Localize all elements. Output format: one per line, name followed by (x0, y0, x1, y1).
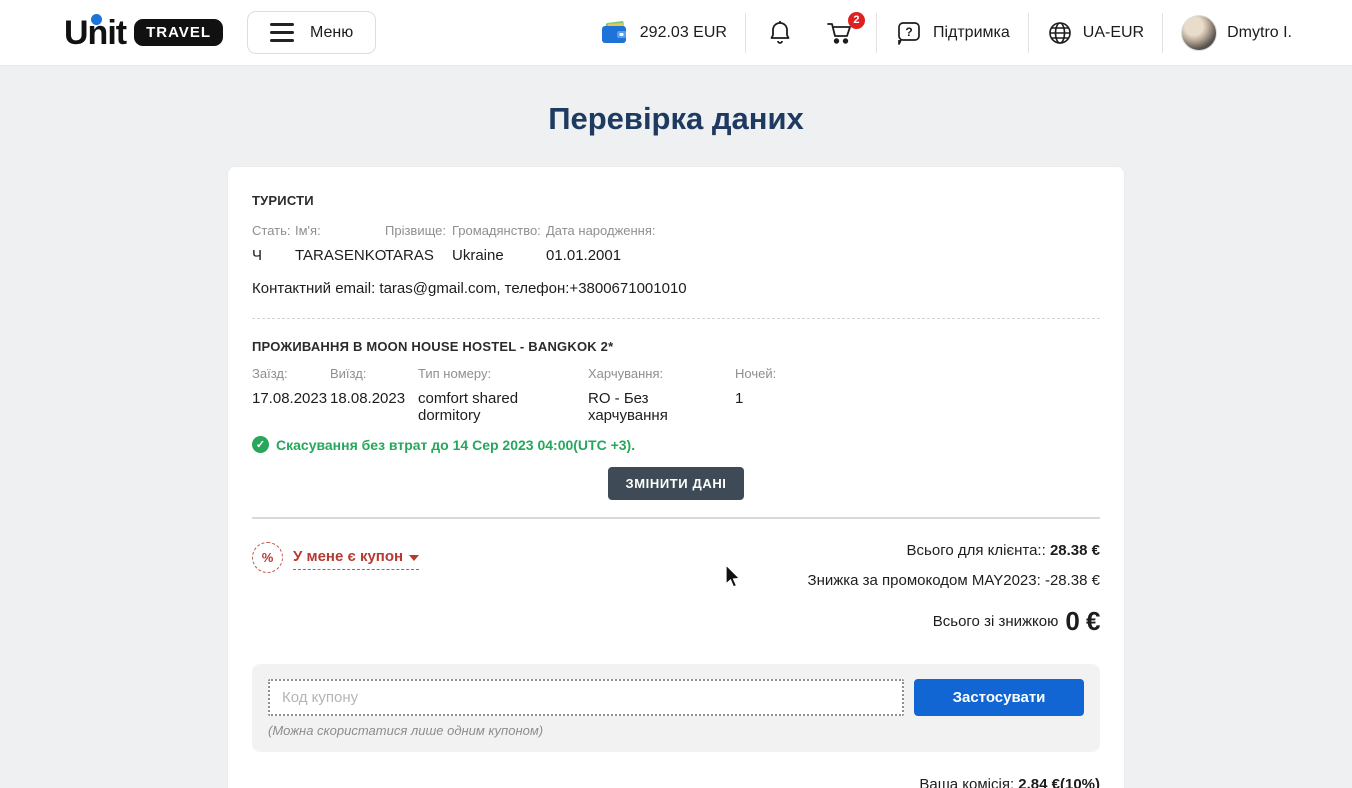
tourist-col-birthdate: Дата народження: (546, 223, 1100, 238)
support-label: Підтримка (933, 24, 1010, 42)
avatar (1181, 15, 1217, 51)
promo-discount-line: Знижка за промокодом MAY2023: -28.38 € (808, 572, 1100, 589)
balance-amount: 292.03 EUR (640, 24, 727, 42)
support-chat-icon: ? (895, 20, 923, 46)
tourist-firstname: TARASENKO (295, 247, 385, 264)
check-seal-icon: ✓ (252, 436, 269, 453)
top-navigation-bar: Unit TRAVEL Меню 292.03 EUR (0, 0, 1352, 66)
menu-button[interactable]: Меню (247, 11, 376, 54)
total-discounted-line: Всього зі знижкою 0 € (933, 606, 1100, 637)
change-data-button[interactable]: ЗМІНИТИ ДАНІ (608, 467, 743, 500)
tourists-table: Стать: Ім'я: Прізвище: Громадянство: Дат… (252, 223, 1100, 264)
total-discounted-value: 0 € (1065, 606, 1100, 637)
tourist-lastname: TARAS (385, 247, 452, 264)
bell-icon (768, 20, 792, 46)
divider (1162, 13, 1163, 53)
accomm-col-nights: Ночей: (735, 366, 1100, 381)
divider (1028, 13, 1029, 53)
totals-block: Всього для клієнта:: 28.38 € Знижка за п… (808, 542, 1100, 637)
divider (745, 13, 746, 53)
accomm-nights: 1 (735, 390, 1100, 424)
coupon-note: (Можна скористатися лише одним купоном) (268, 723, 1084, 738)
wallet-icon (600, 20, 630, 46)
tourist-contact-info: Контактний email: taras@gmail.com, телеф… (252, 280, 1100, 297)
accomm-roomtype: comfort shared dormitory (418, 390, 588, 424)
tourist-col-citizenship: Громадянство: (452, 223, 546, 238)
tourists-section-title: ТУРИСТИ (252, 193, 1100, 208)
svg-text:?: ? (905, 25, 912, 39)
accomm-col-checkin: Заїзд: (252, 366, 330, 381)
tourist-col-lastname: Прізвище: (385, 223, 452, 238)
cart-count-badge: 2 (848, 12, 865, 29)
tourist-col-firstname: Ім'я: (295, 223, 385, 238)
booking-review-card: ТУРИСТИ Стать: Ім'я: Прізвище: Громадянс… (227, 166, 1125, 788)
coupon-toggle[interactable]: % У мене є купон (252, 542, 419, 637)
accomm-checkin: 17.08.2023 (252, 390, 330, 424)
user-name: Dmytro I. (1227, 24, 1292, 42)
total-client-value: 28.38 € (1050, 542, 1100, 559)
commission-line: Ваша комісія: 2.84 €(10%) (919, 776, 1100, 788)
accomm-col-meals: Харчування: (588, 366, 735, 381)
wallet-balance[interactable]: 292.03 EUR (600, 20, 727, 46)
hamburger-icon (270, 23, 294, 42)
logo[interactable]: Unit TRAVEL (64, 16, 223, 50)
accomm-checkout: 18.08.2023 (330, 390, 418, 424)
notifications-button[interactable] (764, 16, 796, 50)
locale-label: UA-EUR (1083, 24, 1144, 42)
free-cancellation-notice: ✓ Скасування без втрат до 14 Сер 2023 04… (252, 436, 1100, 453)
apply-coupon-button[interactable]: Застосувати (914, 679, 1084, 716)
page-title: Перевірка даних (0, 101, 1352, 137)
tourist-birthdate: 01.01.2001 (546, 247, 1100, 264)
accommodation-table: Заїзд: Виїзд: Тип номеру: Харчування: Но… (252, 366, 1100, 424)
coupon-code-input[interactable] (268, 679, 904, 716)
menu-label: Меню (310, 24, 353, 42)
commission-block: Ваша комісія: 2.84 €(10%) До сплати аген… (252, 776, 1100, 788)
coupon-toggle-label: У мене є купон (293, 548, 403, 565)
cancellation-text: Скасування без втрат до 14 Сер 2023 04:0… (276, 437, 635, 453)
accommodation-section-title: ПРОЖИВАННЯ В MOON HOUSE HOSTEL - BANGKOK… (252, 339, 1100, 354)
solid-divider (252, 517, 1100, 519)
dashed-divider (252, 318, 1100, 319)
tourist-gender: Ч (252, 247, 295, 264)
logo-travel-badge: TRAVEL (134, 19, 223, 46)
globe-icon (1047, 20, 1073, 46)
accomm-col-roomtype: Тип номеру: (418, 366, 588, 381)
percent-seal-icon: % (252, 542, 283, 573)
coupon-box: Застосувати (Можна скористатися лише одн… (252, 664, 1100, 752)
cart-button[interactable]: 2 (822, 16, 858, 50)
user-menu[interactable]: Dmytro I. (1181, 15, 1292, 51)
locale-currency-switcher[interactable]: UA-EUR (1047, 20, 1144, 46)
commission-value: 2.84 €(10%) (1018, 776, 1100, 788)
support-button[interactable]: ? Підтримка (895, 20, 1010, 46)
logo-dot (91, 14, 102, 25)
tourist-citizenship: Ukraine (452, 247, 546, 264)
chevron-down-icon (409, 555, 419, 561)
accomm-meals: RO - Без харчування (588, 390, 735, 424)
total-client-line: Всього для клієнта:: 28.38 € (907, 542, 1100, 559)
promo-discount-value: -28.38 € (1045, 572, 1100, 589)
tourist-col-gender: Стать: (252, 223, 295, 238)
divider (876, 13, 877, 53)
logo-unit-text: Unit (64, 16, 126, 50)
accomm-col-checkout: Виїзд: (330, 366, 418, 381)
